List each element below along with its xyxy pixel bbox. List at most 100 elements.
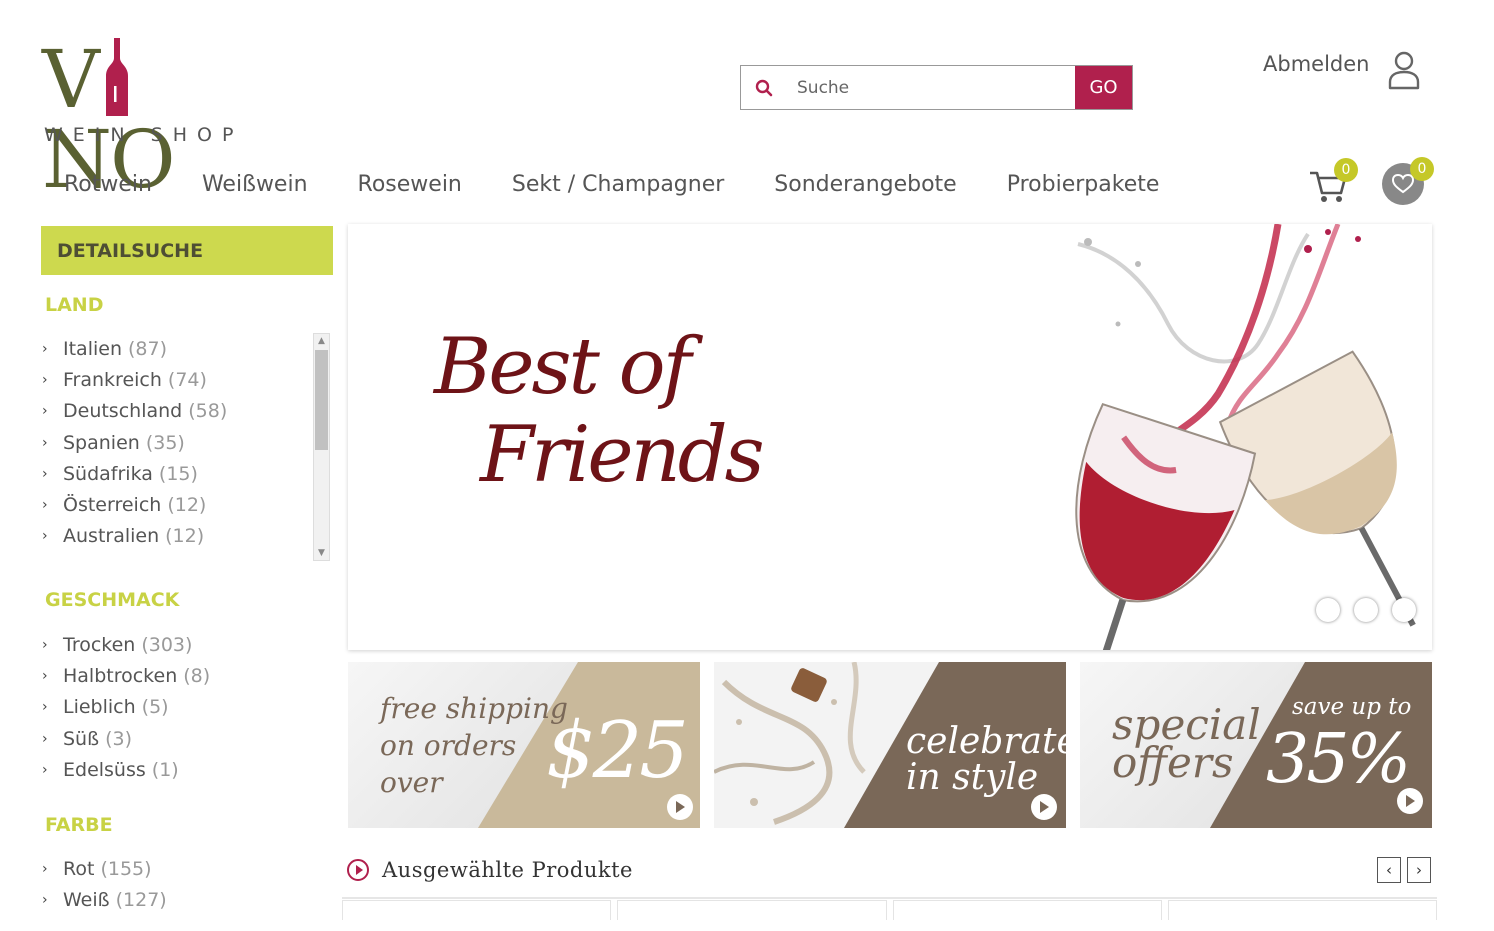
wishlist-button[interactable]: 0 bbox=[1382, 157, 1438, 210]
product-card[interactable] bbox=[1167, 900, 1437, 920]
user-icon bbox=[1389, 51, 1420, 90]
filter-label: Weiß bbox=[63, 888, 110, 911]
scroll-thumb[interactable] bbox=[315, 350, 328, 450]
filter-count: (3) bbox=[105, 727, 132, 750]
filter-label: Österreich bbox=[63, 494, 162, 517]
play-icon[interactable] bbox=[667, 794, 693, 820]
promo-celebrate[interactable]: celebrate in style bbox=[714, 662, 1066, 828]
chevron-right-icon: › bbox=[42, 699, 48, 716]
chevron-right-icon: › bbox=[42, 761, 48, 778]
search-bar: GO bbox=[740, 65, 1133, 110]
filter-geschmack-lieblich[interactable]: › Lieblich (5) bbox=[42, 692, 307, 723]
land-filter-list: › Italien (87) › Frankreich (74) › Deutschlan… bbox=[42, 333, 307, 561]
play-icon[interactable] bbox=[1031, 794, 1057, 820]
slide-dot-3[interactable] bbox=[1392, 598, 1416, 622]
geschmack-filter-list: › Trocken (303) › Halbtrocken (8) › Lieblich(… bbox=[42, 629, 307, 785]
filter-count: (155) bbox=[100, 857, 152, 880]
filter-land-oesterreich[interactable]: › Österreich (12) bbox=[42, 489, 307, 520]
chevron-right-icon: › bbox=[42, 860, 48, 877]
nav-rosewein[interactable]: Rosewein bbox=[358, 172, 462, 197]
slide-dot-2[interactable] bbox=[1354, 598, 1378, 622]
hero-title-line1: Best of bbox=[434, 322, 691, 412]
chevron-right-icon: › bbox=[1416, 861, 1422, 879]
chevron-right-icon: › bbox=[42, 528, 48, 545]
search-go-button[interactable]: GO bbox=[1075, 66, 1132, 109]
filter-label: Edelsüss bbox=[63, 758, 146, 781]
filter-geschmack-edelsuess[interactable]: › Edelsüss (1) bbox=[42, 754, 307, 785]
next-arrow-button[interactable]: › bbox=[1407, 857, 1431, 883]
land-scrollbar[interactable]: ▲ ▼ bbox=[313, 333, 330, 561]
filter-land-suedafrika[interactable]: › Südafrika (15) bbox=[42, 458, 307, 489]
filter-count: (5) bbox=[141, 696, 169, 719]
filter-land-italien[interactable]: › Italien (87) bbox=[42, 333, 307, 364]
filter-label: Australien bbox=[63, 525, 160, 548]
filter-label: Italien bbox=[63, 337, 122, 360]
filter-group-title-geschmack: GESCHMACK bbox=[45, 589, 180, 611]
product-card[interactable] bbox=[617, 900, 887, 920]
cart-button[interactable]: 0 bbox=[1308, 158, 1358, 205]
search-icon[interactable] bbox=[741, 66, 787, 109]
filter-label: Rot bbox=[63, 857, 95, 880]
filter-land-partial[interactable]: › bbox=[42, 552, 307, 561]
product-cards-row bbox=[342, 900, 1437, 920]
nav-sekt-champagner[interactable]: Sekt / Champagner bbox=[512, 172, 724, 197]
promo3-small-text: save up to bbox=[1292, 694, 1412, 720]
nav-sonderangebote[interactable]: Sonderangebote bbox=[774, 172, 956, 197]
chevron-right-icon: › bbox=[42, 891, 48, 908]
filter-farbe-rot[interactable]: › Rot (155) bbox=[42, 853, 307, 884]
search-input[interactable] bbox=[787, 66, 1075, 109]
chevron-right-icon: › bbox=[42, 403, 48, 420]
filter-farbe-weiss[interactable]: › Weiß (127) bbox=[42, 884, 307, 915]
promo-free-shipping[interactable]: free shipping on orders over $25 bbox=[348, 662, 700, 828]
featured-nav-arrows: ‹ › bbox=[1377, 857, 1431, 883]
hero-slider[interactable]: Best of Friends bbox=[348, 224, 1432, 650]
filter-count: (12) bbox=[165, 525, 205, 548]
scroll-down-icon[interactable]: ▼ bbox=[314, 546, 329, 560]
promo1-left-text: free shipping on orders over bbox=[380, 690, 568, 801]
filter-geschmack-suess[interactable]: › Süß (3) bbox=[42, 723, 307, 754]
filter-label: Spanien bbox=[63, 431, 140, 454]
prev-arrow-button[interactable]: ‹ bbox=[1377, 857, 1401, 883]
scroll-up-icon[interactable]: ▲ bbox=[314, 334, 329, 348]
slide-dot-1[interactable] bbox=[1316, 598, 1340, 622]
filter-land-spanien[interactable]: › Spanien (35) bbox=[42, 427, 307, 458]
main-nav: Rotwein Weißwein Rosewein Sekt / Champag… bbox=[64, 172, 1209, 197]
promo1-line2: on orders bbox=[380, 729, 517, 762]
nav-probierpakete[interactable]: Probierpakete bbox=[1007, 172, 1160, 197]
filter-label: Trocken bbox=[63, 633, 136, 656]
filter-count: (127) bbox=[115, 888, 167, 911]
nav-weisswein[interactable]: Weißwein bbox=[202, 172, 308, 197]
chevron-right-icon: › bbox=[42, 497, 48, 514]
play-icon[interactable] bbox=[1397, 788, 1423, 814]
promo2-line2: in style bbox=[906, 757, 1039, 798]
filter-geschmack-halbtrocken[interactable]: › Halbtrocken (8) bbox=[42, 660, 307, 691]
wine-bottle-icon bbox=[106, 38, 128, 116]
filter-count: (12) bbox=[167, 494, 207, 517]
filter-count: (58) bbox=[188, 400, 228, 423]
filter-group-title-land: LAND bbox=[45, 294, 104, 316]
filter-count: (87) bbox=[128, 337, 168, 360]
vino-logo[interactable]: VNO WEIN SHOP bbox=[42, 36, 262, 200]
logout-link[interactable]: Abmelden bbox=[1263, 50, 1421, 90]
nav-rotwein[interactable]: Rotwein bbox=[64, 172, 152, 197]
promo2-text: celebrate in style bbox=[906, 724, 1066, 796]
product-card[interactable] bbox=[342, 900, 612, 920]
land-filter-scroll: › Italien (87) › Frankreich (74) › Deutschlan… bbox=[42, 333, 332, 561]
filter-group-title-farbe: FARBE bbox=[45, 814, 113, 836]
filter-land-frankreich[interactable]: › Frankreich (74) bbox=[42, 364, 307, 395]
promo1-line1: free shipping bbox=[380, 692, 568, 725]
filter-label: Frankreich bbox=[63, 368, 162, 391]
featured-divider bbox=[342, 897, 1437, 899]
chevron-left-icon: ‹ bbox=[1386, 861, 1392, 879]
wine-glasses-image bbox=[1075, 224, 1416, 650]
chevron-right-icon: › bbox=[42, 340, 48, 357]
product-card[interactable] bbox=[892, 900, 1162, 920]
logo-subtitle: WEIN SHOP bbox=[44, 124, 244, 146]
chevron-right-icon: › bbox=[42, 730, 48, 747]
filter-land-australien[interactable]: › Australien (12) bbox=[42, 521, 307, 552]
filter-geschmack-trocken[interactable]: › Trocken (303) bbox=[42, 629, 307, 660]
slider-dots bbox=[1316, 598, 1416, 622]
filter-label: Halbtrocken bbox=[63, 664, 178, 687]
filter-land-deutschland[interactable]: › Deutschland (58) bbox=[42, 396, 307, 427]
promo-special-offers[interactable]: special offers save up to 35% bbox=[1080, 662, 1432, 828]
